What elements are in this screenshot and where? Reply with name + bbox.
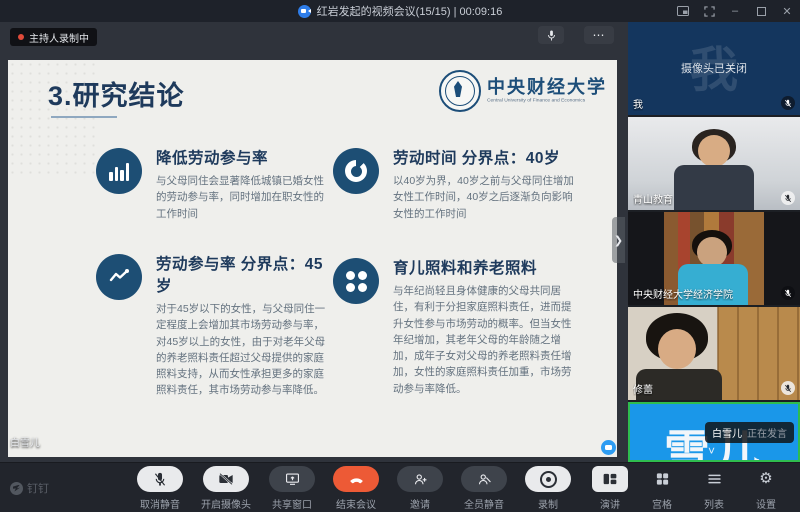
invite-person-icon [397, 466, 443, 492]
pip-icon[interactable] [676, 4, 690, 18]
share-screen-icon [269, 466, 315, 492]
university-logo: 中央财经大学 Central University of Finance and… [439, 70, 607, 112]
block-title: 育儿照料和养老照料 [393, 256, 581, 278]
settings-button[interactable]: ⚙ 设置 [740, 466, 792, 511]
dingtalk-brand-text: 钉钉 [27, 480, 49, 496]
pie-chart-icon [333, 148, 379, 194]
university-name-en: Central University of Finance and Econom… [487, 98, 585, 103]
gear-icon: ⚙ [759, 466, 772, 492]
video-tile-participant[interactable]: 青山教育 [628, 117, 800, 210]
record-button[interactable]: 录制 [516, 466, 580, 511]
mic-muted-icon [137, 466, 183, 492]
maximize-button[interactable] [754, 4, 768, 18]
participant-sidebar: 我 摄像头已关闭 我 青山教育 [628, 22, 800, 462]
block-body: 与年纪尚轻且身体健康的父母共同居住，有利于分担家庭照料责任，进而提升女性参与市场… [393, 283, 581, 397]
stage-more-icon[interactable]: ⋯ [584, 26, 614, 44]
chevron-down-icon: ˅ [708, 444, 715, 458]
next-slide-arrow[interactable]: ❯ [612, 217, 625, 263]
meeting-toolbar: 钉钉 取消静音 开启摄像头 共享窗口 [0, 462, 800, 512]
dingtalk-logo-icon [10, 482, 23, 495]
record-icon [525, 466, 571, 492]
meeting-window: 红岩发起的视频会议(15/15) | 00:09:16 – ✕ 主持人录制中 ⋯ [0, 0, 800, 512]
conclusion-block-4: 育儿照料和养老照料 与年纪尚轻且身体健康的父母共同居住，有利于分担家庭照料责任，… [333, 256, 581, 397]
mute-all-button[interactable]: 全员静音 [452, 466, 516, 511]
recording-dot-icon [18, 34, 24, 40]
host-recording-badge: 主持人录制中 [10, 28, 97, 46]
grid-view-button[interactable]: 宫格 [636, 466, 688, 511]
university-name-cn: 中央财经大学 [487, 78, 607, 98]
meeting-app-icon [298, 5, 311, 18]
window-title: 红岩发起的视频会议(15/15) | 00:09:16 [317, 3, 503, 19]
mic-muted-icon [781, 286, 795, 300]
end-meeting-button[interactable]: 结束会议 [324, 466, 388, 511]
mic-muted-icon [781, 96, 795, 110]
block-title: 降低劳动参与率 [156, 146, 328, 168]
minimize-button[interactable]: – [728, 4, 742, 18]
invite-button[interactable]: 邀请 [388, 466, 452, 511]
conclusion-block-2: 劳动时间 分界点：40岁 以40岁为界，40岁之前与父母同住增加女性工作时间，4… [333, 146, 581, 222]
shared-slide: 3.研究结论 中央财经大学 Central University of Fina… [8, 60, 617, 457]
camera-off-text: 摄像头已关闭 [628, 60, 800, 76]
mute-all-icon [461, 466, 507, 492]
block-body: 以40岁为界，40岁之前与父母同住增加女性工作时间，40岁之后逐渐负向影响女性的… [393, 173, 581, 222]
speaking-state: 正在发言 [747, 425, 787, 440]
speaker-name: 白雪儿 [712, 425, 742, 440]
speaking-badge: 白雪儿 正在发言 [705, 422, 794, 443]
slide-title: 3.研究结论 [48, 74, 185, 113]
start-camera-button[interactable]: 开启摄像头 [192, 466, 260, 511]
participant-name: 修蕾 [633, 381, 653, 396]
four-dots-icon [333, 258, 379, 304]
speaker-view-button[interactable]: 演讲 [584, 466, 636, 511]
video-tile-active-speaker[interactable]: 雪儿 ˅ 白雪儿 正在发言 [628, 402, 800, 462]
mic-muted-icon [781, 191, 795, 205]
fullscreen-icon[interactable] [702, 4, 716, 18]
participant-name: 中央财经大学经济学院 [633, 286, 733, 301]
block-title: 劳动参与率 分界点：45岁 [156, 252, 334, 296]
conclusion-block-1: 降低劳动参与率 与父母同住会显著降低城镇已婚女性的劳动参与率，同时增加在职女性的… [96, 146, 328, 222]
list-view-button[interactable]: 列表 [688, 466, 740, 511]
bar-chart-icon [96, 148, 142, 194]
close-button[interactable]: ✕ [780, 4, 794, 18]
line-chart-icon [96, 254, 142, 300]
grid-view-icon [644, 466, 680, 492]
block-body: 对于45岁以下的女性，与父母同住一定程度上会增加其市场劳动参与率，对45岁以上的… [156, 301, 334, 399]
list-view-icon [696, 466, 732, 492]
dingtalk-brand: 钉钉 [10, 480, 49, 496]
speaker-view-icon [592, 466, 628, 492]
title-bar: 红岩发起的视频会议(15/15) | 00:09:16 – ✕ [0, 0, 800, 22]
block-body: 与父母同住会显著降低城镇已婚女性的劳动参与率，同时增加在职女性的工作时间 [156, 173, 328, 222]
conclusion-block-3: 劳动参与率 分界点：45岁 对于45岁以下的女性，与父母同住一定程度上会增加其市… [96, 252, 334, 399]
annotation-bubble-icon[interactable] [601, 440, 616, 455]
share-screen-button[interactable]: 共享窗口 [260, 466, 324, 511]
video-tile-self[interactable]: 我 摄像头已关闭 我 [628, 22, 800, 115]
presenter-name-overlay: 白雪儿 [10, 434, 40, 449]
end-call-icon [333, 466, 379, 492]
camera-off-icon [203, 466, 249, 492]
participant-name: 我 [633, 96, 643, 111]
video-tile-participant[interactable]: 修蕾 [628, 307, 800, 400]
mic-muted-icon [781, 381, 795, 395]
stage-mic-icon[interactable] [538, 26, 564, 44]
title-underline [51, 116, 117, 118]
university-emblem-icon [439, 70, 481, 112]
video-tile-participant[interactable]: 中央财经大学经济学院 [628, 212, 800, 305]
unmute-button[interactable]: 取消静音 [128, 466, 192, 511]
participant-name: 青山教育 [633, 191, 673, 206]
block-title: 劳动时间 分界点：40岁 [393, 146, 581, 168]
presentation-stage: 主持人录制中 ⋯ 3.研究结论 中央财经大学 Central Universit… [0, 22, 625, 462]
